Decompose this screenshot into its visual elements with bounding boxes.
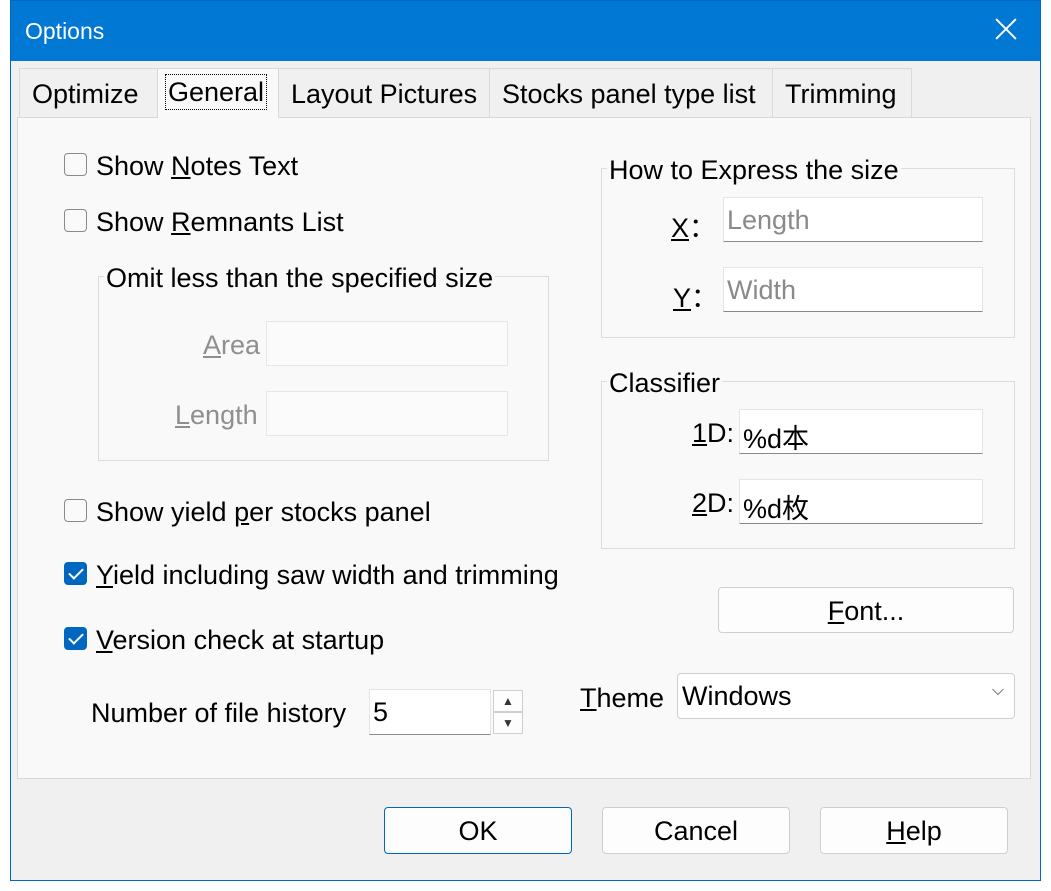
spin-down-icon[interactable]: ▼: [493, 712, 523, 734]
tab-label: Layout Pictures: [291, 79, 478, 109]
y-label: Y：: [673, 283, 719, 313]
theme-select[interactable]: Windows ⌵: [677, 673, 1015, 719]
omit-group-title: Omit less than the specified size: [104, 263, 496, 294]
tab-optimize[interactable]: Optimize: [19, 68, 159, 117]
x-label: X：: [671, 213, 717, 243]
y-field[interactable]: Width: [723, 267, 983, 312]
area-label: Area: [203, 330, 261, 360]
tab-stocks-panel-type-list[interactable]: Stocks panel type list: [489, 68, 773, 117]
show-notes-label[interactable]: Show Notes Text: [96, 151, 298, 182]
version-check-checkbox[interactable]: [64, 627, 87, 650]
classifier-2d-field[interactable]: %d枚: [739, 479, 983, 524]
cancel-button[interactable]: Cancel: [602, 807, 790, 854]
classifier-1d-field[interactable]: %d本: [739, 409, 983, 454]
tab-label: General: [164, 74, 268, 110]
tab-layout-pictures[interactable]: Layout Pictures: [278, 68, 490, 117]
x-field[interactable]: Length: [723, 197, 983, 242]
show-remnants-label[interactable]: Show Remnants List: [96, 207, 344, 238]
size-group-title: How to Express the size: [607, 155, 901, 186]
classifier-2d-label: 2D:: [692, 488, 735, 518]
title-bar: Options: [11, 1, 1040, 61]
size-group: [601, 168, 1015, 338]
tab-label: Optimize: [32, 79, 139, 109]
file-history-input[interactable]: 5: [369, 689, 491, 735]
area-field[interactable]: [266, 321, 508, 366]
show-yield-label[interactable]: Show yield per stocks panel: [96, 497, 431, 528]
spin-up-icon[interactable]: ▲: [493, 690, 523, 712]
close-icon[interactable]: [992, 15, 1020, 43]
classifier-1d-label: 1D:: [692, 418, 735, 448]
yield-saw-label[interactable]: Yield including saw width and trimming: [96, 560, 559, 591]
tab-label: Stocks panel type list: [502, 79, 756, 109]
show-notes-checkbox[interactable]: [64, 153, 87, 176]
font-button[interactable]: Font...: [718, 587, 1014, 633]
yield-saw-checkbox[interactable]: [64, 562, 87, 585]
tab-general[interactable]: General: [157, 68, 279, 118]
show-remnants-checkbox[interactable]: [64, 209, 87, 232]
length-label: Length: [175, 400, 258, 430]
length-field[interactable]: [266, 391, 508, 436]
ok-button[interactable]: OK: [384, 807, 572, 854]
chevron-down-icon: ⌵: [991, 682, 1004, 699]
dialog-title: Options: [25, 18, 105, 44]
theme-label: Theme: [580, 683, 665, 713]
help-button[interactable]: Help: [820, 807, 1008, 854]
theme-value: Windows: [682, 681, 792, 711]
tab-trimming[interactable]: Trimming: [772, 68, 912, 117]
tab-label: Trimming: [785, 79, 897, 109]
show-yield-checkbox[interactable]: [64, 499, 87, 522]
version-check-label[interactable]: Version check at startup: [96, 625, 384, 656]
classifier-group-title: Classifier: [607, 368, 723, 399]
file-history-label: Number of file history: [91, 698, 347, 728]
